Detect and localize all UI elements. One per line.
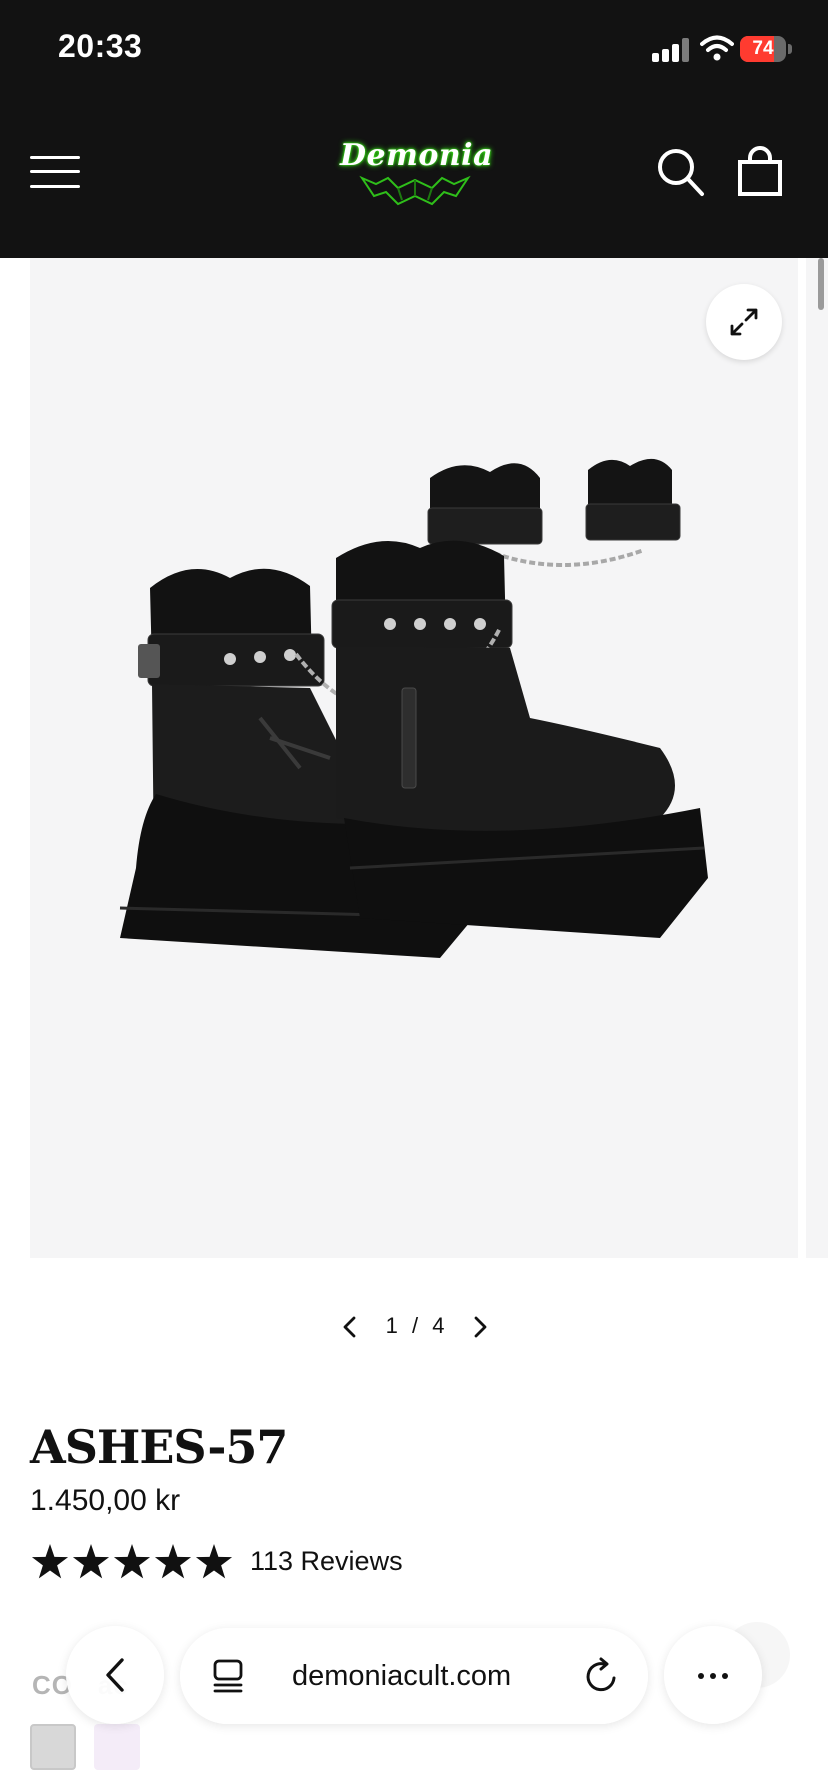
chevron-left-icon[interactable] (338, 1314, 362, 1340)
color-swatch-1[interactable] (30, 1724, 76, 1770)
tabs-icon[interactable] (210, 1658, 246, 1694)
search-icon[interactable] (656, 146, 706, 198)
product-price: 1.450,00 kr (30, 1484, 181, 1517)
chevron-right-icon[interactable] (468, 1314, 492, 1340)
reload-icon[interactable] (582, 1656, 622, 1696)
color-swatch-2[interactable] (94, 1724, 140, 1770)
product-title: ASHES-57 (30, 1420, 288, 1474)
more-dots-icon[interactable] (664, 1626, 762, 1724)
star-icon (113, 1544, 151, 1579)
wifi-icon (700, 35, 734, 61)
reviews-link[interactable]: 113 Reviews (250, 1546, 403, 1577)
star-icon (154, 1544, 192, 1579)
product-gallery[interactable] (0, 258, 828, 1258)
star-rating-icon (31, 1544, 233, 1579)
browser-back-button[interactable] (66, 1626, 164, 1724)
shopping-bag-icon[interactable] (736, 146, 784, 198)
star-icon (72, 1544, 110, 1579)
star-icon (31, 1544, 69, 1579)
battery-percent: 74 (752, 38, 774, 59)
logo-bat-wings-icon (359, 175, 471, 206)
product-rating[interactable]: 113 Reviews (30, 1542, 430, 1582)
status-time: 20:33 (58, 28, 143, 64)
back-chevron-icon (106, 1658, 124, 1692)
hamburger-menu-icon[interactable] (30, 152, 80, 192)
status-bar: 20:33 74 (0, 0, 828, 100)
brand-logo[interactable]: Demonia (340, 134, 494, 214)
gallery-pager: 1 / 4 (330, 1308, 500, 1344)
expand-icon[interactable] (706, 284, 782, 360)
next-slide-peek[interactable] (806, 258, 828, 1258)
pager-current: 1 (385, 1313, 398, 1338)
battery-charging-icon: 74 (740, 36, 792, 62)
url-text[interactable]: demoniacult.com (292, 1628, 511, 1724)
cellular-signal-icon (652, 38, 692, 62)
address-bar[interactable]: demoniacult.com (180, 1628, 648, 1724)
star-icon (195, 1544, 233, 1579)
pager-separator: / (411, 1313, 419, 1338)
gallery-slide[interactable] (30, 258, 798, 1258)
logo-text: Demonia (340, 138, 494, 173)
pager-count: 1 / 4 (370, 1308, 460, 1344)
pager-total: 4 (432, 1313, 445, 1338)
site-header: Demonia (0, 100, 828, 258)
page-scrollbar[interactable] (818, 258, 824, 310)
product-image (119, 458, 708, 958)
right-boot-image (294, 540, 708, 938)
